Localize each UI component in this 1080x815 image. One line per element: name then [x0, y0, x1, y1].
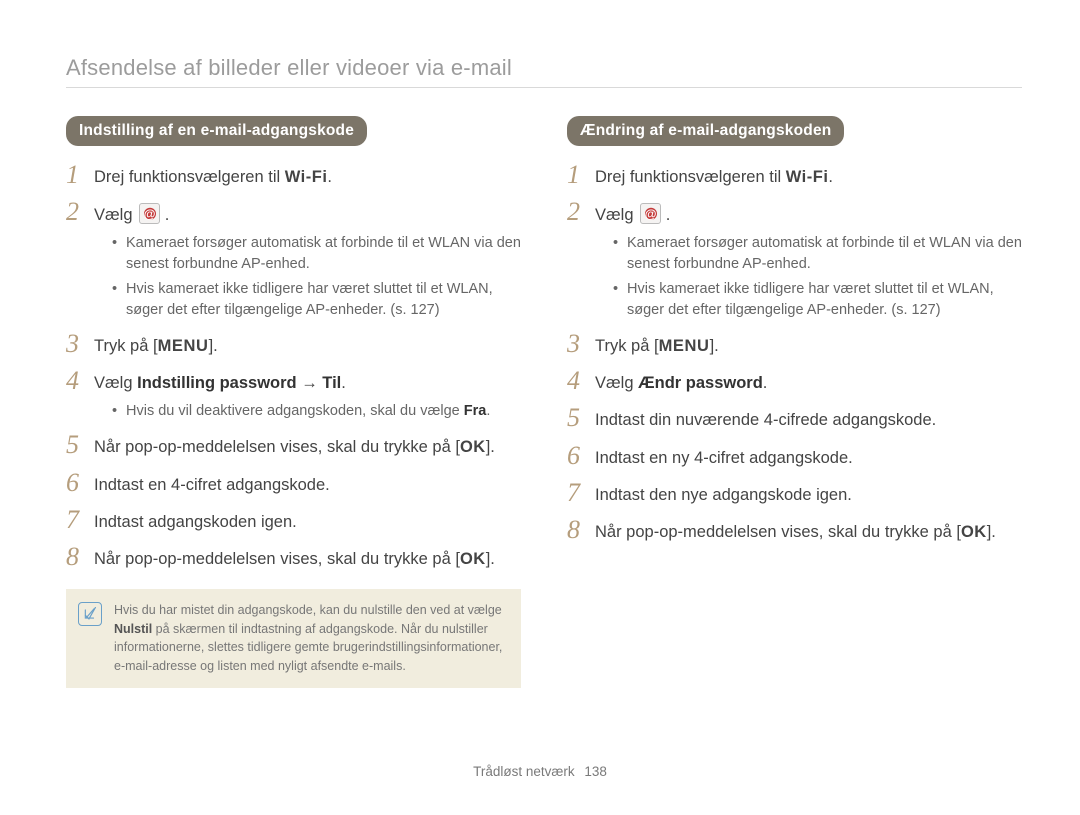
step-number: 8 [66, 542, 79, 572]
step-bold: Indstilling password [137, 374, 297, 392]
step-text: Når pop-op-meddelelsen vises, skal du tr… [94, 550, 460, 568]
step-number: 2 [567, 197, 580, 227]
email-app-icon [139, 203, 160, 224]
step-text: . [763, 374, 768, 392]
step-text: Drej funktionsvælgeren til [595, 168, 786, 186]
step-text: Drej funktionsvælgeren til [94, 168, 285, 186]
left-column: Indstilling af en e-mail-adgangskode 1 D… [66, 116, 521, 688]
list-item: Hvis kameraet ikke tidligere har været s… [112, 279, 521, 321]
footer-label: Trådløst netværk [473, 764, 575, 779]
subheading-change-password: Ændring af e-mail-adgangskoden [567, 116, 844, 146]
step-number: 7 [66, 505, 79, 535]
step-number: 7 [567, 478, 580, 508]
step-text: Vælg [94, 374, 137, 392]
page-title: Afsendelse af billeder eller videoer via… [66, 55, 1022, 81]
note-icon [78, 602, 102, 626]
title-divider [66, 87, 1022, 88]
page-number: 138 [584, 764, 607, 779]
step-text: → [297, 374, 323, 392]
step-text: Indtast den nye adgangskode igen. [595, 484, 1022, 507]
note-box: Hvis du har mistet din adgangskode, kan … [66, 589, 521, 688]
menu-button-label: MENU [158, 337, 209, 355]
step-text: Indtast adgangskoden igen. [94, 511, 521, 534]
step-number: 6 [66, 468, 79, 498]
step-bold: Til [322, 374, 341, 392]
menu-button-label: MENU [659, 337, 710, 355]
step-text: ]. [710, 337, 719, 355]
list-item: Hvis kameraet ikke tidligere har været s… [613, 279, 1022, 321]
step-text: . [327, 168, 332, 186]
step-number: 5 [66, 430, 79, 460]
step-8: 8 Når pop-op-meddelelsen vises, skal du … [567, 521, 1022, 544]
email-app-icon [640, 203, 661, 224]
step-2: 2 Vælg . Kameraet forsøger automatisk at… [66, 203, 521, 321]
step-number: 5 [567, 403, 580, 433]
step-3: 3 Tryk på [MENU]. [567, 335, 1022, 358]
step-text: ]. [486, 438, 495, 456]
ok-button-label: OK [460, 550, 486, 568]
step-text: Når pop-op-meddelelsen vises, skal du tr… [94, 438, 460, 456]
step-text: Vælg [595, 374, 638, 392]
step-text: . [160, 206, 169, 224]
step-bold: Ændr password [638, 374, 763, 392]
ok-button-label: OK [961, 523, 987, 541]
step-number: 4 [66, 366, 79, 396]
content-columns: Indstilling af en e-mail-adgangskode 1 D… [66, 116, 1022, 688]
right-column: Ændring af e-mail-adgangskoden 1 Drej fu… [567, 116, 1022, 688]
step-1: 1 Drej funktionsvælgeren til Wi-Fi. [567, 166, 1022, 189]
step-text: . [341, 374, 346, 392]
step-number: 1 [567, 160, 580, 190]
list-item: Kameraet forsøger automatisk at forbinde… [613, 233, 1022, 275]
step-text: Tryk på [ [94, 337, 158, 355]
page-footer: Trådløst netværk 138 [0, 764, 1080, 779]
step-number: 2 [66, 197, 79, 227]
step-number: 3 [567, 329, 580, 359]
wifi-icon: Wi-Fi [786, 168, 829, 186]
step-text: . [661, 206, 670, 224]
step-text: Vælg [94, 206, 137, 224]
note-text: Hvis du har mistet din adgangskode, kan … [114, 601, 507, 676]
step-number: 1 [66, 160, 79, 190]
step-6: 6 Indtast en ny 4-cifret adgangskode. [567, 447, 1022, 470]
step-text: Tryk på [ [595, 337, 659, 355]
step-8: 8 Når pop-op-meddelelsen vises, skal du … [66, 548, 521, 571]
step-4-notes: Hvis du vil deaktivere adgangskoden, ska… [112, 401, 521, 422]
step-text: ]. [486, 550, 495, 568]
step-text: Indtast en 4-cifret adgangskode. [94, 474, 521, 497]
step-text: ]. [987, 523, 996, 541]
step-number: 3 [66, 329, 79, 359]
step-4: 4 Vælg Indstilling password → Til. Hvis … [66, 372, 521, 422]
step-7: 7 Indtast adgangskoden igen. [66, 511, 521, 534]
step-2-notes: Kameraet forsøger automatisk at forbinde… [112, 233, 521, 321]
step-3: 3 Tryk på [MENU]. [66, 335, 521, 358]
step-text: Vælg [595, 206, 638, 224]
step-number: 6 [567, 441, 580, 471]
step-7: 7 Indtast den nye adgangskode igen. [567, 484, 1022, 507]
subheading-set-password: Indstilling af en e-mail-adgangskode [66, 116, 367, 146]
wifi-icon: Wi-Fi [285, 168, 328, 186]
step-2: 2 Vælg . Kameraet forsøger automatisk at… [567, 203, 1022, 321]
step-text: Indtast en ny 4-cifret adgangskode. [595, 447, 1022, 470]
step-4: 4 Vælg Ændr password. [567, 372, 1022, 395]
step-text: Indtast din nuværende 4-cifrede adgangsk… [595, 409, 1022, 432]
step-5: 5 Når pop-op-meddelelsen vises, skal du … [66, 436, 521, 459]
ok-button-label: OK [460, 438, 486, 456]
step-number: 8 [567, 515, 580, 545]
step-1: 1 Drej funktionsvælgeren til Wi-Fi. [66, 166, 521, 189]
step-text: Når pop-op-meddelelsen vises, skal du tr… [595, 523, 961, 541]
list-item: Hvis du vil deaktivere adgangskoden, ska… [112, 401, 521, 422]
step-text: . [828, 168, 833, 186]
step-number: 4 [567, 366, 580, 396]
step-2-notes: Kameraet forsøger automatisk at forbinde… [613, 233, 1022, 321]
list-item: Kameraet forsøger automatisk at forbinde… [112, 233, 521, 275]
step-5: 5 Indtast din nuværende 4-cifrede adgang… [567, 409, 1022, 432]
step-6: 6 Indtast en 4-cifret adgangskode. [66, 474, 521, 497]
step-text: ]. [209, 337, 218, 355]
